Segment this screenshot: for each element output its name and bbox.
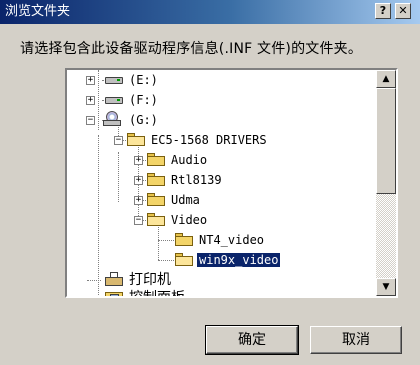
tree-item-drive-f[interactable]: (F:) [127, 90, 160, 110]
tree-item-label: 控制面板 [129, 290, 185, 298]
folder-open-icon [127, 133, 145, 146]
tree-item-drive-g[interactable]: (G:) [127, 110, 160, 130]
folder-open-icon [147, 213, 165, 226]
ok-button[interactable]: 确定 [205, 325, 299, 355]
vertical-scrollbar[interactable]: ▲ ▼ [376, 70, 396, 296]
help-button[interactable]: ? [375, 3, 391, 19]
folder-icon [175, 233, 193, 246]
tree-item-ec5[interactable]: EC5-1568 DRIVERS [149, 130, 269, 150]
tree-item-win9x-video[interactable]: win9x_video [197, 250, 281, 270]
tree-item-label: (F:) [129, 93, 158, 107]
tree-item-label: (G:) [129, 113, 158, 127]
tree-item-drive-e[interactable]: (E:) [127, 70, 160, 90]
tree-line [98, 135, 99, 295]
tree-item-label: win9x_video [197, 253, 281, 267]
tree-item-label: Audio [171, 153, 208, 167]
tree-item-control-panel[interactable]: 控制面板 [127, 288, 187, 298]
printer-icon [105, 272, 123, 287]
tree-item-video[interactable]: Video [169, 210, 209, 230]
folder-icon [147, 193, 165, 206]
window-title: 浏览文件夹 [5, 4, 71, 19]
scroll-up-button[interactable]: ▲ [376, 70, 396, 88]
tree-item-rtl8139[interactable]: Rtl8139 [169, 170, 224, 190]
expand-e-icon[interactable]: + [86, 76, 95, 85]
tree-line [158, 227, 159, 260]
tree-item-udma[interactable]: Udma [169, 190, 202, 210]
folder-icon [147, 173, 165, 186]
expand-audio-icon[interactable]: + [134, 156, 143, 165]
cancel-button[interactable]: 取消 [310, 326, 402, 354]
folder-icon [147, 153, 165, 166]
tree-line [118, 152, 119, 202]
tree-item-label: Rtl8139 [171, 173, 222, 187]
tree-item-label: NT4_video [199, 233, 265, 247]
scroll-down-button[interactable]: ▼ [376, 278, 396, 296]
collapse-g-icon[interactable]: − [86, 116, 95, 125]
tree-item-label: Video [171, 213, 208, 227]
collapse-ec5-icon[interactable]: − [114, 136, 123, 145]
tree-item-nt4-video[interactable]: NT4_video [197, 230, 266, 250]
tree-line [158, 260, 174, 261]
tree-line [98, 70, 99, 130]
tree-item-printer[interactable]: 打印机 [127, 270, 173, 290]
collapse-video-icon[interactable]: − [134, 216, 143, 225]
folder-open-icon [175, 253, 193, 266]
tree-content: + (E:) + (F:) − (G:) − EC5-1568 DRIVERS … [67, 70, 376, 296]
scrollbar-thumb[interactable] [376, 88, 396, 194]
tree-item-audio[interactable]: Audio [169, 150, 209, 170]
instruction-text: 请选择包含此设备驱动程序信息(.INF 文件)的文件夹。 [20, 41, 363, 57]
tree-item-label: (E:) [129, 73, 158, 87]
folder-tree[interactable]: + (E:) + (F:) − (G:) − EC5-1568 DRIVERS … [65, 68, 398, 298]
expand-f-icon[interactable]: + [86, 96, 95, 105]
tree-line [158, 240, 174, 241]
hard-drive-icon [105, 75, 123, 85]
tree-line [87, 280, 101, 281]
close-button[interactable]: ✕ [395, 3, 411, 19]
expand-udma-icon[interactable]: + [134, 196, 143, 205]
hard-drive-icon [105, 95, 123, 105]
expand-rtl-icon[interactable]: + [134, 176, 143, 185]
cd-drive-icon [103, 111, 121, 127]
tree-item-label: Udma [171, 193, 200, 207]
control-panel-icon [105, 290, 123, 296]
title-bar[interactable]: 浏览文件夹 ? ✕ [0, 0, 420, 24]
tree-item-label: EC5-1568 DRIVERS [151, 133, 267, 147]
tree-item-label: 打印机 [129, 272, 171, 288]
